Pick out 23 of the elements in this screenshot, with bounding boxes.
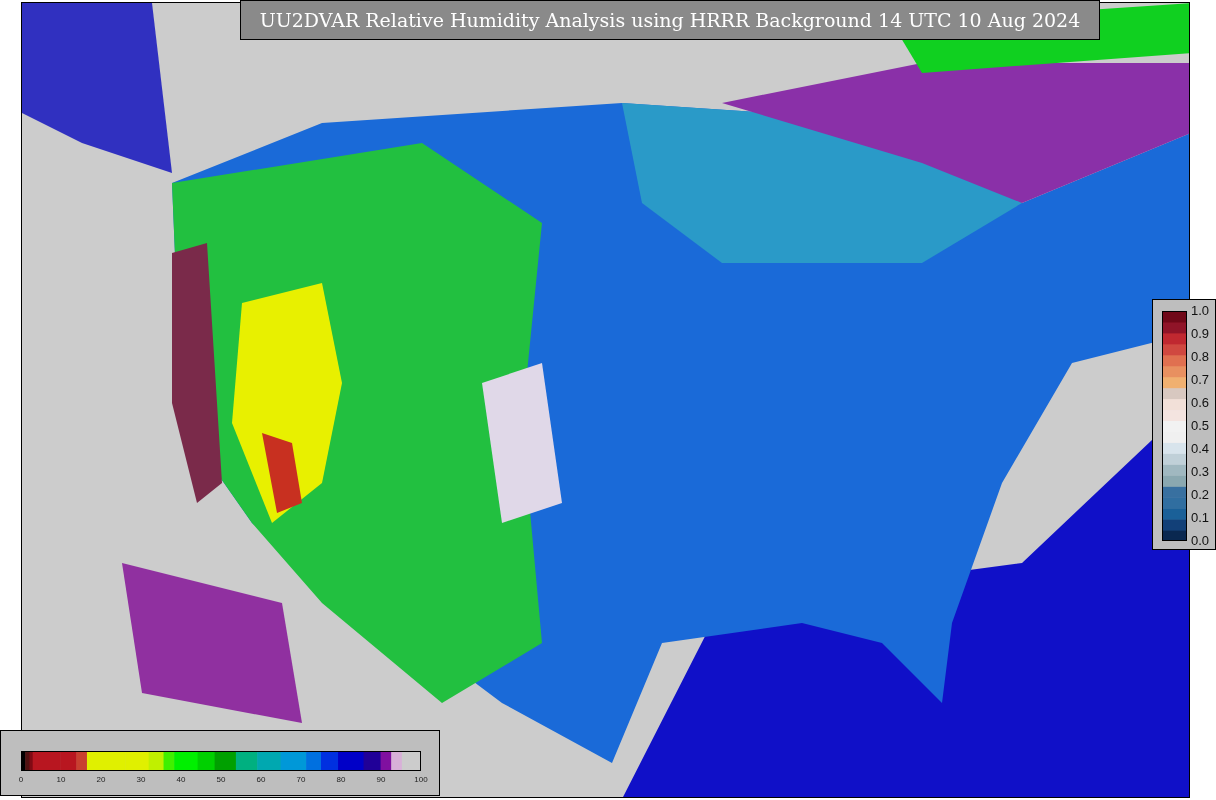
tick-label: 0.8	[1191, 350, 1210, 364]
tick-label: 40	[176, 775, 186, 785]
tick-label: 70	[296, 775, 306, 785]
tick-label: 0.0	[1191, 534, 1210, 548]
tick-label: 1.0	[1191, 304, 1210, 318]
tick-label: 50	[216, 775, 226, 785]
tick-label: 0.7	[1191, 373, 1210, 387]
tick-label: 90	[376, 775, 386, 785]
tick-label: 60	[256, 775, 266, 785]
tick-label: 0.4	[1191, 442, 1210, 456]
tick-label: 20	[96, 775, 106, 785]
tick-label: 30	[136, 775, 146, 785]
tick-label: 0.1	[1191, 511, 1210, 525]
tick-label: 0.3	[1191, 465, 1210, 479]
tick-label: 0.6	[1191, 396, 1210, 410]
tick-label: 0	[18, 775, 24, 785]
tick-label: 100	[414, 775, 428, 785]
tick-label: 80	[336, 775, 346, 785]
map-title: UU2DVAR Relative Humidity Analysis using HRRR Background 14 UTC 10 Aug 2024	[240, 0, 1100, 40]
tick-label: 10	[56, 775, 66, 785]
tick-label: 0.9	[1191, 327, 1210, 341]
tick-label: 0.2	[1191, 488, 1210, 502]
tick-label: 0.5	[1191, 419, 1210, 433]
